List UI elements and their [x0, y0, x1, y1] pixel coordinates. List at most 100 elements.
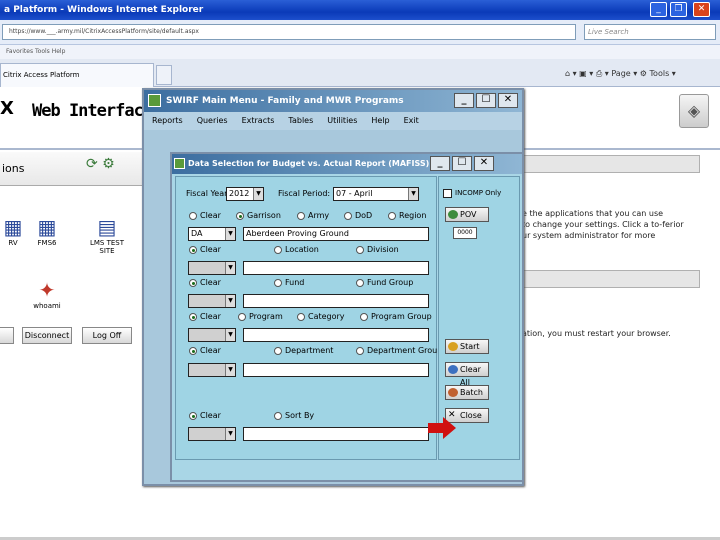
- browser-tab[interactable]: Citrix Access Platform: [0, 63, 154, 87]
- logoff-button[interactable]: Log Off: [82, 327, 132, 344]
- close-icon[interactable]: ✕: [693, 2, 710, 17]
- radio-sort-by[interactable]: [274, 412, 282, 420]
- minimize-icon[interactable]: _: [430, 156, 450, 171]
- app-label: RV: [8, 239, 18, 247]
- department-field[interactable]: [243, 363, 429, 377]
- radio-division[interactable]: [356, 246, 364, 254]
- location-field[interactable]: [243, 261, 429, 275]
- chevron-down-icon: ▼: [408, 188, 418, 200]
- app-item[interactable]: ▦ FMS6: [22, 215, 72, 247]
- radio-program-group[interactable]: [360, 313, 368, 321]
- clear-all-icon: [448, 365, 458, 374]
- radio-army[interactable]: [297, 212, 305, 220]
- browser-toolbar[interactable]: ⌂ ▾ ▣ ▾ ⎙ ▾ Page ▾ ⚙ Tools ▾: [565, 65, 720, 83]
- radio-location[interactable]: [274, 246, 282, 254]
- radio-label: Clear: [200, 346, 221, 355]
- minimize-icon[interactable]: _: [650, 2, 667, 17]
- location-select[interactable]: ▼: [188, 261, 236, 275]
- pov-icon: [448, 210, 458, 219]
- selection-panel: Fiscal Year: 2012 ▼ Fiscal Period: 07 - A…: [175, 176, 442, 460]
- radio-clear[interactable]: [189, 279, 197, 287]
- radio-clear[interactable]: [189, 313, 197, 321]
- radio-label: Fund Group: [367, 278, 414, 287]
- sort-select[interactable]: ▼: [188, 427, 236, 441]
- clear-all-button[interactable]: Clear All: [445, 362, 489, 387]
- citrix-logo: X: [0, 98, 14, 119]
- fund-select[interactable]: ▼: [188, 294, 236, 308]
- app-button[interactable]: [0, 327, 14, 344]
- batch-button[interactable]: Batch: [445, 385, 489, 400]
- batch-icon: [448, 388, 458, 397]
- section-header: [522, 270, 700, 288]
- maximize-icon[interactable]: ☐: [452, 156, 472, 171]
- radio-fund[interactable]: [274, 279, 282, 287]
- program-select[interactable]: ▼: [188, 328, 236, 342]
- radio-category[interactable]: [297, 313, 305, 321]
- search-input[interactable]: Live Search: [584, 24, 716, 40]
- app-item[interactable]: ▤ LMS TEST SITE: [82, 215, 132, 255]
- radio-department[interactable]: [274, 347, 282, 355]
- maximize-icon[interactable]: ☐: [476, 93, 496, 108]
- radio-label: Clear: [200, 411, 221, 420]
- restore-icon[interactable]: ❐: [670, 2, 687, 17]
- radio-label: Clear: [200, 312, 221, 321]
- radio-label: Region: [399, 211, 427, 220]
- address-input[interactable]: https://www.___.army.mil/CitrixAccessPla…: [2, 24, 576, 40]
- radio-program[interactable]: [238, 313, 246, 321]
- radio-fund-group[interactable]: [356, 279, 364, 287]
- pov-button[interactable]: POV: [445, 207, 489, 222]
- browser-menu[interactable]: Favorites Tools Help: [0, 45, 720, 59]
- menu-extracts[interactable]: Extracts: [242, 116, 275, 125]
- menu-help[interactable]: Help: [371, 116, 389, 125]
- radio-clear[interactable]: [189, 212, 197, 220]
- radio-garrison[interactable]: [236, 212, 244, 220]
- close-icon[interactable]: ✕: [474, 156, 494, 171]
- radio-label: Garrison: [247, 211, 281, 220]
- program-field[interactable]: [243, 328, 429, 342]
- app-item[interactable]: ✦ whoami: [22, 278, 72, 310]
- radio-label: DoD: [355, 211, 373, 220]
- radio-clear[interactable]: [189, 246, 197, 254]
- info-text: ation, you must restart your browser.: [522, 329, 671, 338]
- pov-value: 0000: [453, 227, 477, 239]
- radio-label: Program Group: [371, 312, 432, 321]
- menu-reports[interactable]: Reports: [152, 116, 183, 125]
- minimize-icon[interactable]: _: [454, 93, 474, 108]
- menu-queries[interactable]: Queries: [197, 116, 228, 125]
- info-text: e the applications that you can use: [522, 209, 664, 218]
- fiscal-period-select[interactable]: 07 - April ▼: [333, 187, 419, 201]
- menu-exit[interactable]: Exit: [404, 116, 419, 125]
- radio-label: Clear: [200, 211, 221, 220]
- sort-field[interactable]: [243, 427, 429, 441]
- department-select[interactable]: ▼: [188, 363, 236, 377]
- disconnect-button[interactable]: Disconnect: [22, 327, 72, 344]
- radio-dod[interactable]: [344, 212, 352, 220]
- app-label: LMS TEST SITE: [89, 239, 125, 255]
- incomp-checkbox[interactable]: [443, 189, 452, 198]
- radio-clear[interactable]: [189, 347, 197, 355]
- browser-title-bar: a Platform - Windows Internet Explorer: [0, 0, 720, 20]
- fiscal-period-label: Fiscal Period:: [278, 189, 331, 198]
- fund-field[interactable]: [243, 294, 429, 308]
- radio-department-group[interactable]: [356, 347, 364, 355]
- app-icon: ▦: [37, 215, 57, 239]
- menu-utilities[interactable]: Utilities: [327, 116, 357, 125]
- radio-clear[interactable]: [189, 412, 197, 420]
- new-tab-button[interactable]: [156, 65, 172, 85]
- radio-region[interactable]: [388, 212, 396, 220]
- chevron-down-icon: ▼: [253, 188, 263, 200]
- radio-label: Clear: [200, 245, 221, 254]
- app-icon: [174, 158, 185, 169]
- tab-bar: Citrix Access Platform ⌂ ▾ ▣ ▾ ⎙ ▾ Page …: [0, 59, 720, 87]
- info-text: to change your settings. Click a to-feri…: [522, 220, 684, 229]
- fiscal-year-select[interactable]: 2012 ▼: [226, 187, 264, 201]
- start-button[interactable]: Start: [445, 339, 489, 354]
- incomp-label: INCOMP Only: [455, 189, 502, 197]
- refresh-icon[interactable]: ⟳ ⚙: [86, 156, 115, 172]
- close-icon[interactable]: ✕: [498, 93, 518, 108]
- swirf-main-window: SWIRF Main Menu - Family and MWR Program…: [142, 88, 524, 486]
- start-icon: [448, 342, 458, 351]
- garrison-field[interactable]: Aberdeen Proving Ground: [243, 227, 429, 241]
- menu-tables[interactable]: Tables: [288, 116, 313, 125]
- level-select[interactable]: DA ▼: [188, 227, 236, 241]
